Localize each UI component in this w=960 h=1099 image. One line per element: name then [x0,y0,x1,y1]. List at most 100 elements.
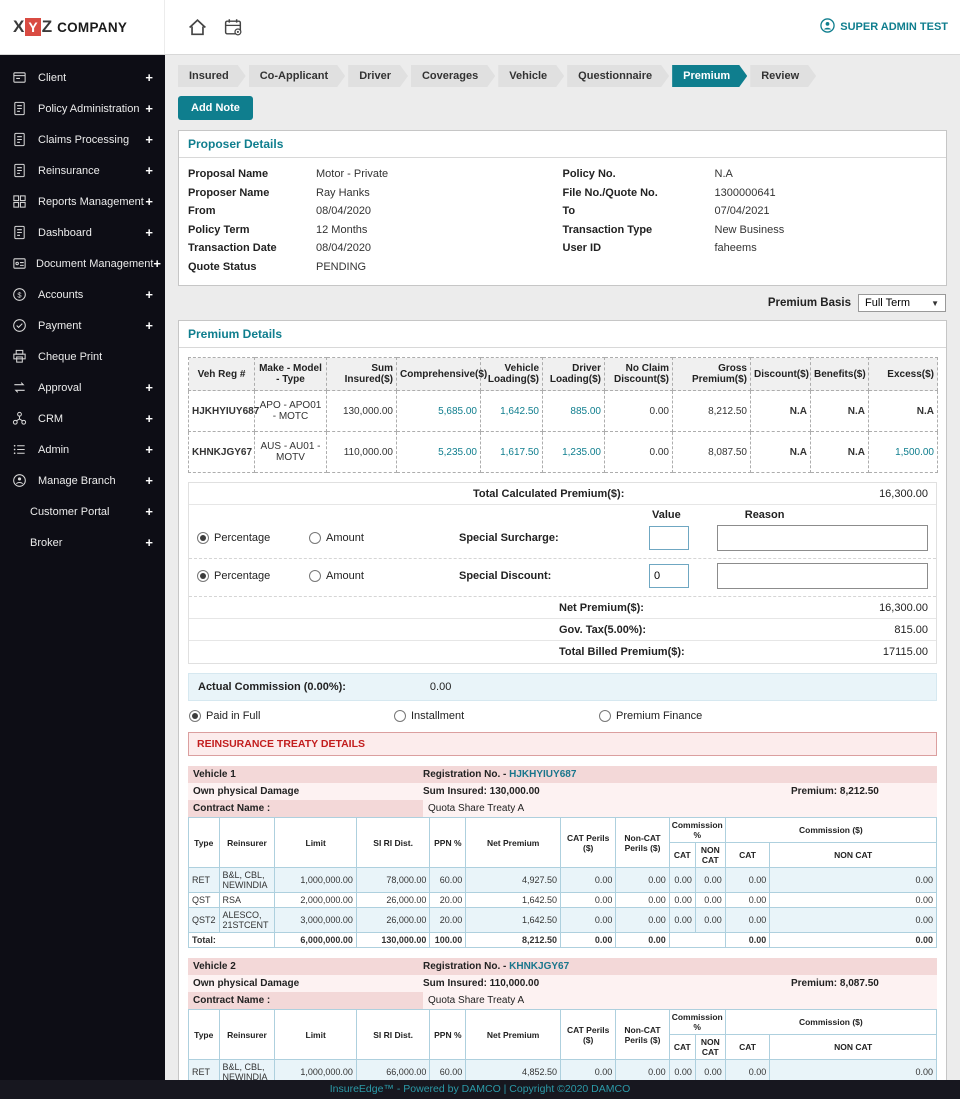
value-reason-header-row: Value Reason [189,505,936,521]
net-premium-value: 16,300.00 [879,601,928,614]
expand-plus-icon[interactable]: + [145,132,153,147]
chevron-down-icon: ▼ [931,298,939,308]
expand-plus-icon[interactable]: + [145,535,153,550]
sidebar-item-accounts[interactable]: $ Accounts + [0,279,165,310]
payment-option-paid-in-full[interactable]: Paid in Full [189,710,394,722]
ri-cell: 0.00 [668,1059,696,1080]
topbar: X Y Z COMPANY SUPER ADMIN TEST [0,0,960,55]
ri-cell: 20.00 [429,892,467,908]
sidebar-item-dashboard[interactable]: Dashboard + [0,217,165,248]
percentage-radio[interactable] [197,532,209,544]
add-note-button[interactable]: Add Note [178,96,253,120]
premium-basis-select[interactable]: Full Term ▼ [858,294,946,312]
premium-col-header: Make - Model - Type [254,357,327,391]
discount-percentage-option[interactable]: Percentage [197,570,309,582]
sidebar-item-policy-administration[interactable]: Policy Administration + [0,93,165,124]
surcharge-amount-option[interactable]: Amount [309,532,421,544]
net-premium-label: Net Premium($): [559,601,644,614]
payment-option-installment[interactable]: Installment [394,710,599,722]
field-label: Transaction Date [188,242,277,254]
sidebar-item-label: Manage Branch [38,474,116,487]
expand-plus-icon[interactable]: + [145,411,153,426]
radio-premium-finance[interactable] [599,710,611,722]
sidebar-item-payment[interactable]: Payment + [0,310,165,341]
sidebar-item-crm[interactable]: CRM + [0,403,165,434]
discount-value-input[interactable] [649,564,689,588]
expand-plus-icon[interactable]: + [145,194,153,209]
actual-commission-label: Actual Commission (0.00%): [198,681,346,693]
expand-plus-icon[interactable]: + [145,318,153,333]
cheque-print-icon [12,349,29,364]
premium-col-header: Discount($) [750,357,811,391]
tab-coverages[interactable]: Coverages [411,65,495,87]
surcharge-value-input[interactable] [649,526,689,550]
sidebar-item-reinsurance[interactable]: Reinsurance + [0,155,165,186]
sidebar-item-broker[interactable]: Broker + [0,527,165,558]
percentage-radio[interactable] [197,570,209,582]
tab-driver[interactable]: Driver [348,65,408,87]
expand-plus-icon[interactable]: + [145,163,153,178]
document-management-icon [12,256,27,271]
value-column-header: Value [652,509,681,521]
field-label: Proposal Name [188,168,269,180]
ri-cell: 1,000,000.00 [274,1059,357,1080]
expand-plus-icon[interactable]: + [145,70,153,85]
vehicle-registration: Registration No. - HJKHYIUY687 [423,769,576,780]
sidebar-item-client[interactable]: Client + [0,62,165,93]
amount-radio[interactable] [309,570,321,582]
ri-cell: 0.00 [724,892,771,908]
radio-paid-in-full[interactable] [189,710,201,722]
expand-plus-icon[interactable]: + [145,101,153,116]
proposer-field-to: To 07/04/2021 [563,202,938,221]
amount-radio[interactable] [309,532,321,544]
field-value: Motor - Private [316,168,389,180]
tab-review[interactable]: Review [750,65,816,87]
premium-table-row: KHNKJGY67 AUS - AU01 - MOTV 110,000.00 5,23… [188,431,938,473]
home-icon[interactable] [187,17,208,38]
tab-insured[interactable]: Insured [178,65,246,87]
proposer-field-from: From 08/04/2020 [188,202,563,221]
sidebar-item-cheque-print[interactable]: Cheque Print [0,341,165,372]
ri-cell: 78,000.00 [355,867,431,893]
payment-option-label: Premium Finance [616,710,703,722]
sidebar-item-reports-management[interactable]: Reports Management + [0,186,165,217]
ri-cell: 0.00 [694,1059,726,1080]
sidebar-item-admin[interactable]: Admin + [0,434,165,465]
expand-plus-icon[interactable]: + [145,225,153,240]
expand-plus-icon[interactable]: + [145,442,153,457]
expand-plus-icon[interactable]: + [145,380,153,395]
sidebar-item-customer-portal[interactable]: Customer Portal + [0,496,165,527]
ri-cell: 0.00 [769,867,937,893]
discount-reason-input[interactable] [717,563,928,589]
premium-col-header: Comprehensive($) [396,357,487,391]
tab-questionnaire[interactable]: Questionnaire [567,65,669,87]
logo-letter-x: X [13,17,25,36]
sidebar-item-label: Broker [30,536,63,549]
ri-cell: 0.00 [769,907,937,933]
schedule-calendar-icon[interactable] [223,17,244,38]
discount-amount-option[interactable]: Amount [309,570,421,582]
expand-plus-icon[interactable]: + [153,256,161,271]
tab-vehicle[interactable]: Vehicle [498,65,564,87]
sidebar-item-claims-processing[interactable]: Claims Processing + [0,124,165,155]
expand-plus-icon[interactable]: + [145,287,153,302]
sidebar-item-document-management[interactable]: Document Management + [0,248,165,279]
ri-subcol-header: NON CAT [769,1034,937,1060]
tab-co-applicant[interactable]: Co-Applicant [249,65,345,87]
sidebar-item-manage-branch[interactable]: Manage Branch + [0,465,165,496]
total-calculated-value: 16,300.00 [879,487,928,500]
surcharge-reason-input[interactable] [717,525,928,551]
sidebar-item-approval[interactable]: Approval + [0,372,165,403]
sidebar-item-label: Approval [38,381,82,394]
payment-option-premium-finance[interactable]: Premium Finance [599,710,804,722]
surcharge-percentage-option[interactable]: Percentage [197,532,309,544]
tab-premium[interactable]: Premium [672,65,747,87]
field-value: 1300000641 [714,186,776,199]
user-menu[interactable]: SUPER ADMIN TEST [820,18,948,36]
radio-installment[interactable] [394,710,406,722]
ri-cell: B&L, CBL, NEWINDIA [218,867,276,893]
proposer-field-proposal-name: Proposal Name Motor - Private [188,165,563,184]
expand-plus-icon[interactable]: + [145,473,153,488]
expand-plus-icon[interactable]: + [145,504,153,519]
admin-icon [12,442,29,457]
